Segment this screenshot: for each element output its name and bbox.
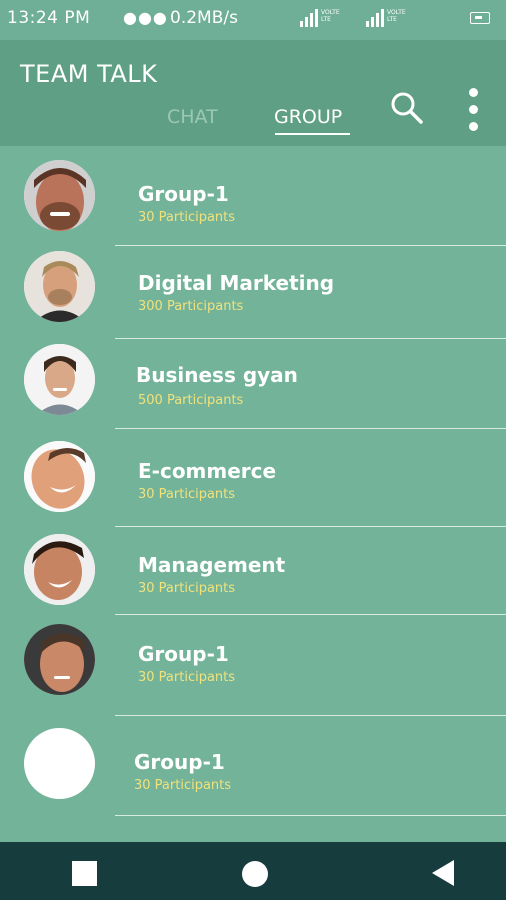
list-item[interactable]: Group-1 30 Participants — [0, 615, 506, 716]
app-header: TEAM TALK CHAT GROUP — [0, 40, 506, 146]
participant-count: 30 Participants — [138, 210, 236, 225]
list-item[interactable]: Management 30 Participants — [0, 527, 506, 615]
avatar — [24, 344, 95, 415]
sim2-volte-label: VOLTE LTE — [387, 9, 406, 23]
system-nav-bar — [0, 842, 506, 900]
list-item[interactable]: Group-1 30 Participants — [0, 716, 506, 816]
participant-count: 30 Participants — [138, 670, 236, 685]
home-icon[interactable] — [242, 861, 268, 887]
recent-apps-icon[interactable] — [72, 861, 97, 886]
participant-count: 30 Participants — [138, 487, 236, 502]
group-name: Management — [138, 553, 286, 577]
group-name: Group-1 — [138, 642, 229, 666]
signal-sim2-icon: VOLTE LTE — [366, 9, 410, 27]
active-tab-indicator — [275, 133, 350, 135]
sim1-volte-label: VOLTE LTE — [321, 9, 340, 23]
participant-count: 30 Participants — [134, 778, 232, 793]
list-item[interactable]: Business gyan 500 Participants — [0, 339, 506, 429]
participant-count: 300 Participants — [138, 299, 244, 314]
list-item[interactable]: Digital Marketing 300 Participants — [0, 246, 506, 339]
group-list: Group-1 30 Participants Digital Marketin… — [0, 146, 506, 842]
tab-chat[interactable]: CHAT — [167, 106, 218, 128]
status-time: 13:24 PM — [7, 8, 91, 28]
back-icon[interactable] — [432, 860, 454, 886]
group-name: Group-1 — [138, 182, 229, 206]
notification-dots-icon: ●●● — [123, 8, 168, 27]
search-icon — [391, 92, 423, 124]
avatar-placeholder — [24, 728, 95, 799]
participant-count: 500 Participants — [138, 393, 244, 408]
group-name: E-commerce — [138, 459, 277, 483]
list-item[interactable]: E-commerce 30 Participants — [0, 429, 506, 527]
divider — [115, 815, 506, 816]
group-name: Digital Marketing — [138, 271, 335, 295]
signal-sim1-icon: VOLTE LTE — [300, 9, 344, 27]
avatar — [24, 441, 95, 512]
avatar — [24, 160, 95, 231]
battery-icon — [470, 12, 490, 24]
tab-group[interactable]: GROUP — [274, 106, 342, 128]
search-button[interactable] — [389, 90, 425, 126]
group-name: Business gyan — [136, 363, 298, 387]
group-name: Group-1 — [134, 750, 225, 774]
avatar — [24, 251, 95, 322]
app-title: TEAM TALK — [20, 60, 158, 88]
avatar — [24, 624, 95, 695]
participant-count: 30 Participants — [138, 581, 236, 596]
list-item[interactable]: Group-1 30 Participants — [0, 146, 506, 246]
more-options-button[interactable] — [462, 88, 486, 132]
avatar — [24, 534, 95, 605]
network-speed: 0.2MB/s — [170, 8, 238, 28]
status-bar: 13:24 PM ●●● 0.2MB/s VOLTE LTE VOLTE LTE — [0, 0, 506, 40]
